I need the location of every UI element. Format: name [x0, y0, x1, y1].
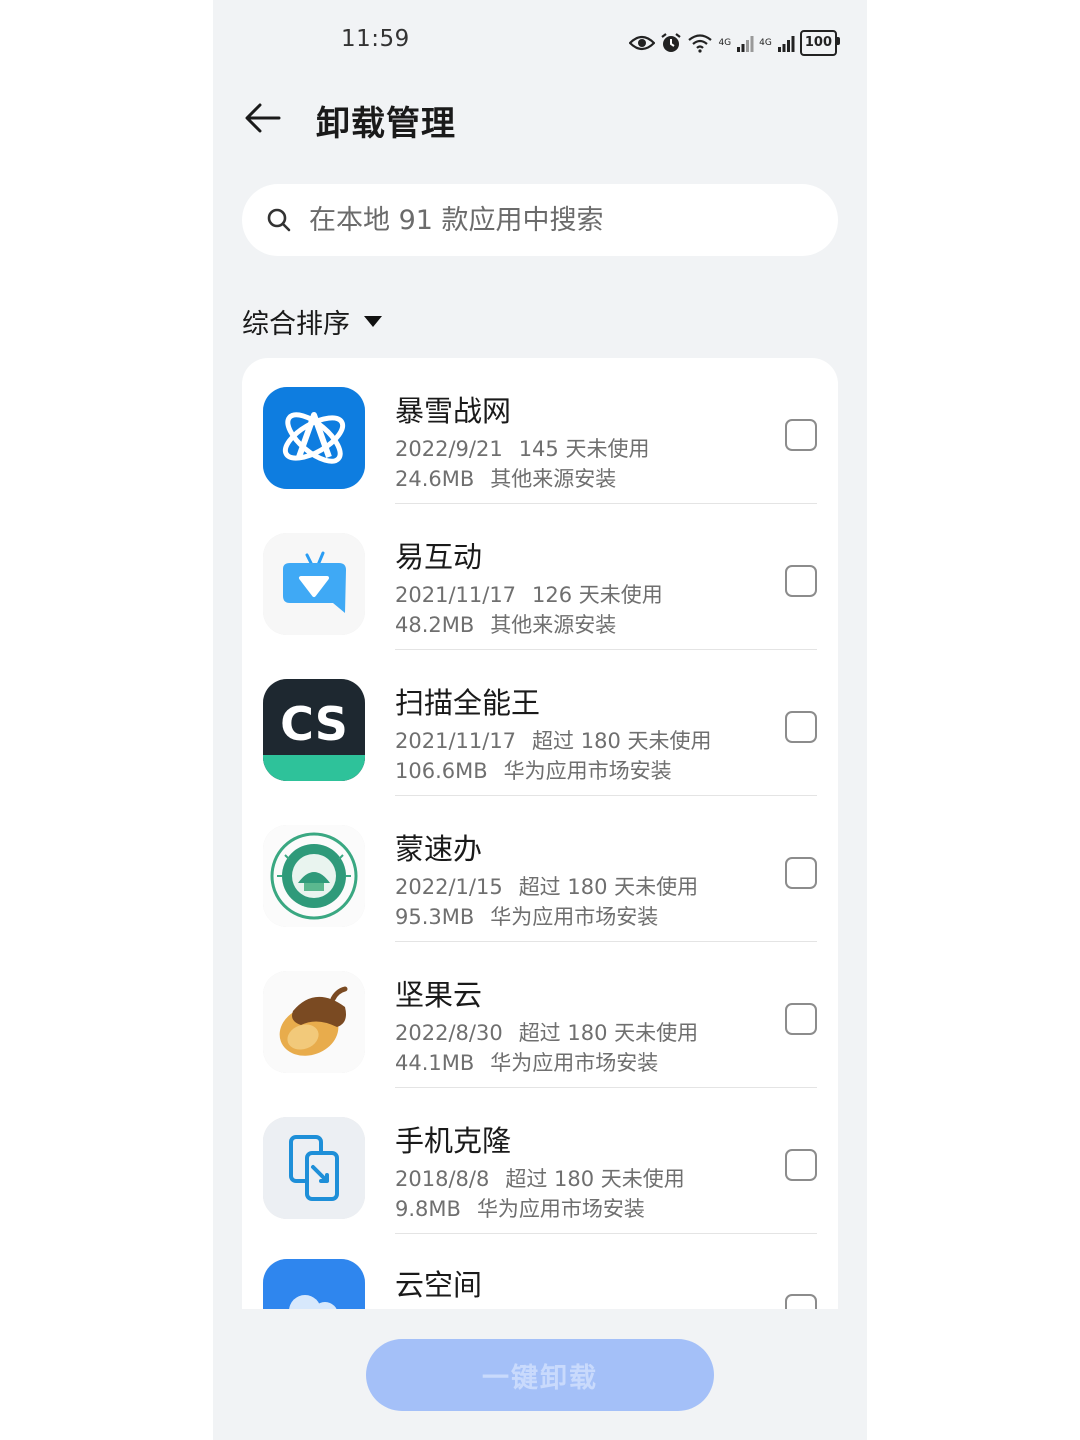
app-size-info: 9.8MB 华为应用市场安装 [395, 1193, 645, 1223]
app-usage: 145 天未使用 [518, 437, 650, 461]
search-icon [267, 208, 291, 232]
phone-screen: 11:59 4G 4G 100 卸载管理 在本地 91 款应用中搜索 综合排序 … [213, 0, 867, 1440]
signal-icon [737, 36, 754, 52]
battery-icon: 100 [799, 30, 841, 56]
app-name: 手机克隆 [395, 1124, 512, 1158]
alarm-icon [661, 33, 682, 52]
battlenet-icon [263, 387, 365, 489]
page-title: 卸载管理 [316, 104, 456, 144]
app-name: 扫描全能王 [395, 686, 541, 720]
signal-icon [777, 36, 795, 52]
app-name: 云空间 [395, 1268, 483, 1302]
status-icons: 4G 4G 100 [629, 30, 841, 56]
app-source: 其他来源安装 [490, 467, 617, 491]
app-date: 2022/8/30 [395, 1021, 503, 1045]
sort-dropdown[interactable]: 综合排序 [242, 302, 382, 341]
app-source: 其他来源安装 [490, 613, 617, 637]
caret-down-icon [364, 316, 382, 327]
sort-label: 综合排序 [242, 309, 350, 340]
app-size-info: 24.6MB 其他来源安装 [395, 463, 616, 493]
select-checkbox[interactable] [785, 711, 817, 743]
camscanner-icon: CS [263, 679, 365, 781]
eye-icon [629, 35, 656, 51]
search-bar[interactable] [242, 184, 838, 256]
back-arrow-icon[interactable] [243, 98, 283, 138]
app-list: 暴雪战网 2022/9/21 145 天未使用 24.6MB 其他来源安装 易互动 … [242, 358, 838, 1309]
app-size: 48.2MB [395, 613, 475, 637]
app-size: 9.8MB [395, 1197, 461, 1221]
app-date: 2021/11/17 [395, 729, 517, 753]
app-usage: 超过 180 天未使用 [532, 729, 712, 753]
network-type-1: 4G [718, 38, 732, 48]
app-row[interactable]: CS 扫描全能王 2021/11/17 超过 180 天未使用 106.6MB 华为… [242, 650, 838, 796]
app-size: 95.3MB [395, 905, 475, 929]
select-checkbox[interactable] [785, 419, 817, 451]
app-date: 2022/9/21 [395, 437, 503, 461]
one-click-uninstall-button[interactable]: 一键卸载 [366, 1339, 714, 1411]
phone-clone-icon [263, 1117, 365, 1219]
app-name: 易互动 [395, 540, 483, 574]
search-input[interactable] [309, 204, 789, 236]
select-checkbox[interactable] [785, 1003, 817, 1035]
app-date: 2021/11/17 [395, 583, 517, 607]
app-row[interactable]: 易互动 2021/11/17 126 天未使用 48.2MB 其他来源安装 [242, 504, 838, 650]
app-source: 华为应用市场安装 [476, 1197, 645, 1221]
acorn-icon [263, 971, 365, 1073]
app-usage-info: 2022/1/15 超过 180 天未使用 [395, 871, 698, 901]
app-usage-info: 2021/11/17 126 天未使用 [395, 579, 663, 609]
app-date: 2022/1/15 [395, 875, 503, 899]
network-type-2: 4G [759, 38, 772, 48]
select-checkbox[interactable] [785, 857, 817, 889]
wifi-icon [688, 34, 713, 53]
app-size: 44.1MB [395, 1051, 475, 1075]
app-row[interactable]: 手机克隆 2018/8/8 超过 180 天未使用 9.8MB 华为应用市场安装 [242, 1088, 838, 1234]
app-usage-info: 2022/8/30 超过 180 天未使用 [395, 1017, 698, 1047]
cs-logo-text: CS [280, 697, 348, 751]
app-name: 坚果云 [395, 978, 483, 1012]
select-checkbox[interactable] [785, 1294, 817, 1309]
cloud-icon [263, 1259, 365, 1309]
app-usage-info: 2022/9/21 145 天未使用 [395, 433, 649, 463]
app-source: 华为应用市场安装 [503, 759, 672, 783]
status-time: 11:59 [341, 26, 410, 52]
app-name: 暴雪战网 [395, 394, 512, 428]
app-row[interactable]: 云空间 [242, 1234, 838, 1309]
app-size-info: 44.1MB 华为应用市场安装 [395, 1047, 658, 1077]
app-row[interactable]: 坚果云 2022/8/30 超过 180 天未使用 44.1MB 华为应用市场安装 [242, 942, 838, 1088]
yihudong-icon [263, 533, 365, 635]
mengsuban-icon [263, 825, 365, 927]
app-date: 2018/8/8 [395, 1167, 490, 1191]
app-row[interactable]: 暴雪战网 2022/9/21 145 天未使用 24.6MB 其他来源安装 [242, 358, 838, 504]
app-usage-info: 2021/11/17 超过 180 天未使用 [395, 725, 711, 755]
select-checkbox[interactable] [785, 1149, 817, 1181]
select-checkbox[interactable] [785, 565, 817, 597]
app-size: 106.6MB [395, 759, 488, 783]
app-size: 24.6MB [395, 467, 475, 491]
app-source: 华为应用市场安装 [490, 905, 659, 929]
app-usage: 超过 180 天未使用 [518, 875, 699, 899]
app-name: 蒙速办 [395, 832, 483, 866]
app-usage: 超过 180 天未使用 [518, 1021, 699, 1045]
app-usage: 超过 180 天未使用 [505, 1167, 685, 1191]
app-row[interactable]: 蒙速办 2022/1/15 超过 180 天未使用 95.3MB 华为应用市场安装 [242, 796, 838, 942]
app-usage-info: 2018/8/8 超过 180 天未使用 [395, 1163, 685, 1193]
app-size-info: 48.2MB 其他来源安装 [395, 609, 616, 639]
app-size-info: 95.3MB 华为应用市场安装 [395, 901, 658, 931]
app-usage: 126 天未使用 [532, 583, 663, 607]
app-source: 华为应用市场安装 [490, 1051, 659, 1075]
app-size-info: 106.6MB 华为应用市场安装 [395, 755, 672, 785]
